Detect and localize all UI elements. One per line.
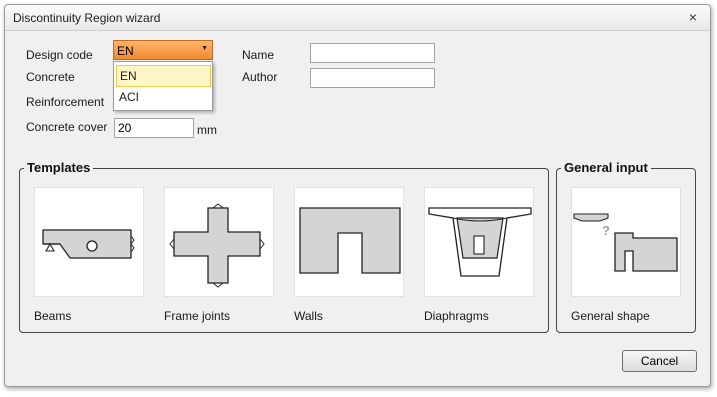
beam-icon [42, 229, 135, 259]
general-shape-label[interactable]: General shape [571, 309, 650, 323]
chevron-down-icon: ▼ [201, 45, 208, 52]
template-diaphragms-label[interactable]: Diaphragms [424, 309, 489, 323]
templates-group-title: Templates [24, 160, 94, 175]
design-code-value: EN [117, 44, 134, 58]
template-beams-label[interactable]: Beams [34, 309, 71, 323]
template-walls-label: Walls [294, 309, 323, 323]
concrete-label: Concrete [26, 70, 75, 84]
concrete-cover-label: Concrete cover [26, 120, 108, 134]
diaphragm-icon [428, 207, 532, 277]
concrete-cover-input[interactable] [114, 118, 194, 138]
cancel-button[interactable]: Cancel [622, 350, 697, 372]
window-title: Discontinuity Region wizard [13, 11, 161, 25]
concrete-cover-unit: mm [197, 123, 217, 137]
general-input-group-title: General input [561, 160, 651, 175]
general-shape-icon: ? [573, 213, 678, 272]
close-icon[interactable]: × [686, 9, 700, 25]
dropdown-option-aci[interactable]: ACI [116, 87, 211, 109]
template-diaphragms-tile[interactable] [424, 187, 534, 297]
frame-joint-icon [169, 203, 265, 288]
template-walls-tile[interactable] [294, 187, 404, 297]
template-frame-joints-tile[interactable] [164, 187, 274, 297]
general-shape-tile[interactable]: ? [571, 187, 681, 297]
author-label: Author [242, 70, 278, 84]
design-code-label: Design code [26, 48, 93, 62]
svg-text:?: ? [602, 223, 610, 238]
name-input[interactable] [310, 43, 435, 63]
name-label: Name [242, 48, 275, 62]
dropdown-option-en[interactable]: EN [116, 65, 211, 87]
template-frame-joints-label[interactable]: Frame joints [164, 309, 230, 323]
title-bar[interactable]: Discontinuity Region wizard × [5, 5, 710, 31]
author-input[interactable] [310, 68, 435, 88]
reinforcement-label: Reinforcement [26, 95, 105, 109]
design-code-combobox[interactable]: EN ▼ [113, 40, 213, 60]
wall-icon [299, 207, 401, 274]
template-beams-tile[interactable] [34, 187, 144, 297]
design-code-dropdown: EN ACI [113, 61, 213, 111]
